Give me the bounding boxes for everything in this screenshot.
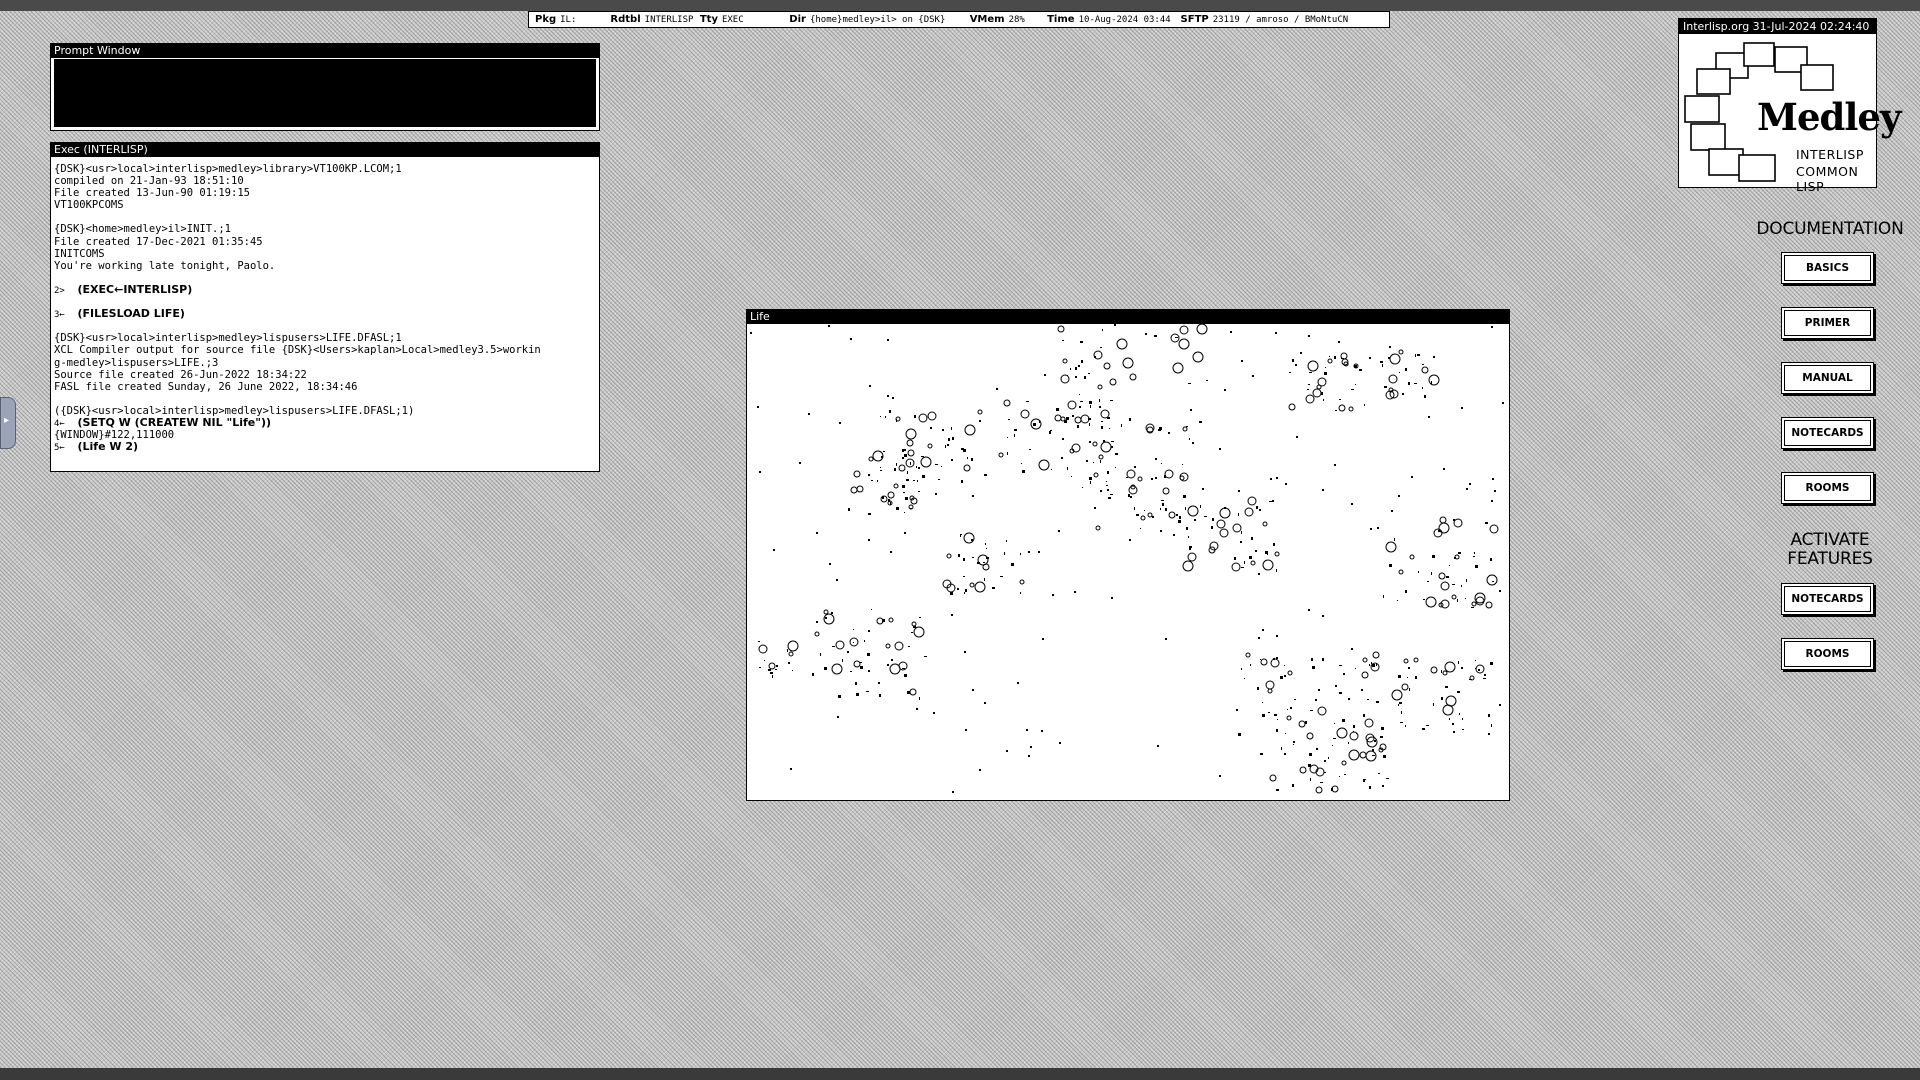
exec-prompt-number: 2> xyxy=(54,285,65,296)
exec-window-title[interactable]: Exec (INTERLISP) xyxy=(51,143,599,157)
life-cells xyxy=(750,324,1504,794)
dir-value: {home}medley>il> on {DSK} xyxy=(809,15,946,25)
logo-title[interactable]: Interlisp.org 31-Jul-2024 02:24:40 xyxy=(1679,19,1876,34)
exec-line: compiled on 21-Jan-93 18:51:10 xyxy=(54,175,244,188)
exec-line: 3← (FILESLOAD LIFE) xyxy=(54,307,596,321)
exec-line: INITCOMS xyxy=(54,247,105,260)
exec-line: File created 13-Jun-90 01:19:15 xyxy=(54,187,250,200)
notecards-activate-button[interactable]: NOTECARDS xyxy=(1781,583,1874,615)
exec-prompt-number: 3← xyxy=(54,310,65,321)
exec-line: Source file created 26-Jun-2022 18:34:22 xyxy=(54,368,307,381)
exec-input: (SETQ W (CREATEW NIL "Life")) xyxy=(77,415,272,429)
medley-logo-window[interactable]: Interlisp.org 31-Jul-2024 02:24:40 Medle… xyxy=(1678,18,1901,194)
rdtbl-value: INTERLISP xyxy=(644,15,694,25)
exec-line: {DSK}<usr>local>interlisp>medley>lispuse… xyxy=(54,332,402,345)
status-line: Pkg IL: Rdtbl INTERLISP Tty EXEC Dir {home}m… xyxy=(528,11,1390,28)
exec-line: XCL Compiler output for source file {DSK… xyxy=(54,344,541,357)
prompt-window-body[interactable] xyxy=(53,58,597,128)
sftp-value: 23119 / amroso / BMoNtuCN xyxy=(1212,15,1349,25)
activate-heading-line-2: FEATURES xyxy=(1787,549,1873,569)
logo-line-1: INTERLISP xyxy=(1796,147,1864,162)
exec-input: (FILESLOAD LIFE) xyxy=(77,307,185,321)
exec-line: VT100KPCOMS xyxy=(54,199,124,212)
exec-line: 2> (EXEC←INTERLISP) xyxy=(54,282,596,296)
logo-line-2: COMMON LISP xyxy=(1796,164,1859,194)
top-bar xyxy=(0,0,1920,11)
activate-heading-line-1: ACTIVATE xyxy=(1790,530,1870,550)
side-tab[interactable]: ▸ xyxy=(0,397,16,449)
primer-button[interactable]: PRIMER xyxy=(1781,307,1874,339)
prompt-window[interactable]: Prompt Window xyxy=(50,43,600,131)
tty-label: Tty xyxy=(699,14,718,25)
exec-window[interactable]: Exec (INTERLISP) {DSK}<usr>local>interli… xyxy=(50,142,600,472)
exec-line: {DSK}<home>medley>il>INIT.;1 xyxy=(54,223,232,236)
exec-line: {DSK}<usr>local>interlisp>medley>library… xyxy=(54,163,402,175)
rooms-doc-button[interactable]: ROOMS xyxy=(1781,472,1874,504)
exec-input: (Life W 2) xyxy=(77,440,139,454)
exec-line: You're working late tonight, Paolo. xyxy=(54,259,276,272)
documentation-heading: DOCUMENTATION xyxy=(1756,219,1904,239)
basics-button[interactable]: BASICS xyxy=(1781,252,1874,284)
life-board[interactable] xyxy=(747,324,1509,800)
exec-prompt-number: 4← xyxy=(54,418,65,429)
chevron-right-icon: ▸ xyxy=(4,415,10,426)
vmem-label: VMem xyxy=(969,14,1005,25)
rooms-activate-button[interactable]: ROOMS xyxy=(1781,638,1874,670)
exec-line: FASL file created Sunday, 26 June 2022, … xyxy=(54,380,358,393)
exec-line xyxy=(54,211,596,223)
exec-line: g-medley>lispusers>LIFE.;3 xyxy=(54,356,219,369)
exec-line xyxy=(54,393,596,405)
rdtbl-label: Rdtbl xyxy=(610,14,641,25)
exec-line: File created 17-Dec-2021 01:35:45 xyxy=(54,235,263,248)
activate-features-heading: ACTIVATE FEATURES xyxy=(1770,531,1890,569)
exec-line: 4← (SETQ W (CREATEW NIL "Life")) xyxy=(54,415,596,429)
notecards-doc-button[interactable]: NOTECARDS xyxy=(1781,417,1874,449)
logo-name: Medley xyxy=(1757,95,1901,139)
dir-label: Dir xyxy=(789,14,806,25)
exec-line: 5← (Life W 2) xyxy=(54,440,596,454)
exec-prompt-number: 5← xyxy=(54,443,65,454)
bottom-bar xyxy=(0,1068,1920,1080)
exec-input: (EXEC←INTERLISP) xyxy=(77,282,193,296)
life-window-title[interactable]: Life xyxy=(747,310,1509,324)
life-window[interactable]: Life xyxy=(746,309,1510,801)
exec-terminal[interactable]: {DSK}<usr>local>interlisp>medley>library… xyxy=(51,157,599,453)
exec-line xyxy=(54,320,596,332)
time-value: 10-Aug-2024 03:44 xyxy=(1078,15,1171,25)
prompt-window-title[interactable]: Prompt Window xyxy=(51,44,599,58)
pkg-value: IL: xyxy=(560,15,577,25)
time-label: Time xyxy=(1047,14,1075,25)
pkg-label: Pkg xyxy=(535,14,557,25)
sftp-label: SFTP xyxy=(1180,14,1209,25)
tty-value: EXEC xyxy=(721,15,744,25)
manual-button[interactable]: MANUAL xyxy=(1781,362,1874,394)
vmem-value: 28% xyxy=(1008,15,1025,25)
